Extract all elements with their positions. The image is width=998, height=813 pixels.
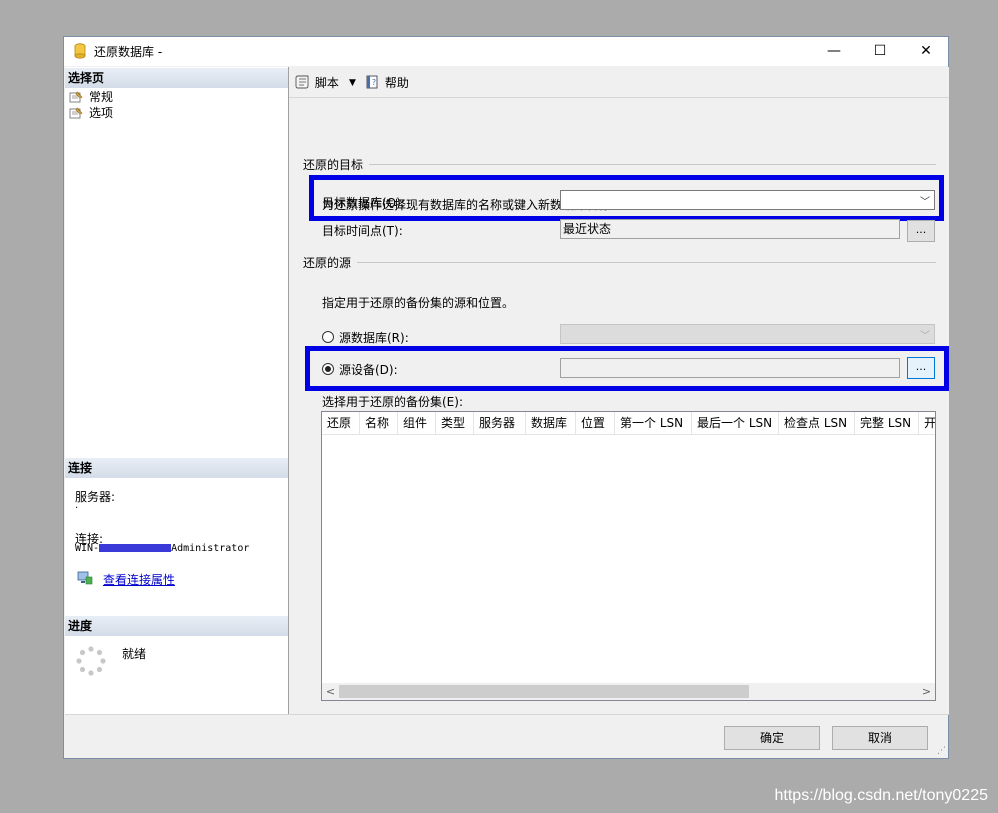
horizontal-scrollbar[interactable]: < > xyxy=(322,683,935,700)
redacted-hostname xyxy=(99,544,172,552)
connection-properties-icon xyxy=(77,571,93,585)
column-header-name[interactable]: 名称 xyxy=(360,412,398,434)
column-header-database[interactable]: 数据库 xyxy=(526,412,576,434)
cancel-button[interactable]: 取消 xyxy=(832,726,928,750)
backup-sets-grid-header: 还原 名称 组件 类型 服务器 数据库 位置 第一个 LSN 最后一个 LSN … xyxy=(322,412,935,435)
server-label: 服务器: xyxy=(75,490,116,504)
page-settings-icon xyxy=(69,107,83,119)
progress-header: 进度 xyxy=(65,616,288,636)
window-title: 还原数据库 - xyxy=(94,45,163,59)
svg-text:?: ? xyxy=(372,78,376,87)
script-dropdown-arrow-icon[interactable]: ▼ xyxy=(349,74,356,92)
help-label: 帮助 xyxy=(384,76,409,90)
connection-value-suffix: Administrator xyxy=(171,543,250,554)
column-header-restore[interactable]: 还原 xyxy=(322,412,360,434)
backup-sets-grid[interactable]: 还原 名称 组件 类型 服务器 数据库 位置 第一个 LSN 最后一个 LSN … xyxy=(321,411,936,701)
scrollbar-thumb[interactable] xyxy=(339,685,749,698)
page-settings-icon xyxy=(69,91,83,103)
help-icon: ? xyxy=(366,75,378,89)
minimize-button[interactable]: — xyxy=(816,41,852,61)
script-icon xyxy=(295,75,309,89)
progress-status: 就绪 xyxy=(122,647,147,661)
connection-header: 连接 xyxy=(65,458,288,478)
highlight-source-device xyxy=(305,346,949,391)
script-button[interactable]: 脚本 xyxy=(295,74,339,92)
progress-spinner-icon xyxy=(76,646,106,676)
source-group-divider xyxy=(356,262,936,263)
title-bar: 还原数据库 - — ☐ ✕ xyxy=(64,37,948,66)
column-header-last-lsn[interactable]: 最后一个 LSN xyxy=(692,412,779,434)
maximize-button[interactable]: ☐ xyxy=(862,41,898,61)
column-header-start[interactable]: 开 xyxy=(919,412,935,434)
target-time-browse-button[interactable]: ... xyxy=(907,220,935,242)
page-item-label: 常规 xyxy=(89,90,114,104)
server-value: . xyxy=(75,500,79,511)
column-header-component[interactable]: 组件 xyxy=(398,412,436,434)
column-header-first-lsn[interactable]: 第一个 LSN xyxy=(615,412,692,434)
connection-value: WIN- Administrator xyxy=(75,543,249,554)
page-item-options[interactable]: 选项 xyxy=(69,105,113,121)
connection-value-prefix: WIN- xyxy=(75,543,100,554)
restore-source-group-title: 还原的源 xyxy=(303,254,358,271)
left-pane: 选择页 常规 选项 连接 服务器: . 连接: WIN- Administrato… xyxy=(65,67,289,714)
target-time-field: 最近状态 xyxy=(560,219,900,239)
target-time-label: 目标时间点(T): xyxy=(322,224,403,238)
restore-source-instruction: 指定用于还原的备份集的源和位置。 xyxy=(322,296,515,310)
column-header-position[interactable]: 位置 xyxy=(576,412,615,434)
ok-button[interactable]: 确定 xyxy=(724,726,820,750)
script-label: 脚本 xyxy=(314,76,339,90)
target-group-divider xyxy=(349,164,936,165)
backup-sets-label: 选择用于还原的备份集(E): xyxy=(322,395,463,409)
column-header-server[interactable]: 服务器 xyxy=(474,412,526,434)
restore-database-dialog: 还原数据库 - — ☐ ✕ 选择页 常规 选项 连接 服务器: . 连接: WI… xyxy=(63,36,949,759)
chevron-down-icon: ﹀ xyxy=(920,331,930,342)
help-button[interactable]: ? 帮助 xyxy=(365,74,409,92)
column-header-type[interactable]: 类型 xyxy=(436,412,474,434)
select-page-header: 选择页 xyxy=(65,68,288,88)
database-icon xyxy=(74,43,86,59)
column-header-checkpoint-lsn[interactable]: 检查点 LSN xyxy=(779,412,855,434)
source-database-combobox: ﹀ xyxy=(560,324,935,344)
resize-grip-icon[interactable]: ⋰ xyxy=(937,746,946,756)
page-item-general[interactable]: 常规 xyxy=(69,89,113,105)
watermark: https://blog.csdn.net/tony0225 xyxy=(774,787,988,804)
close-button[interactable]: ✕ xyxy=(908,41,944,61)
column-header-full-lsn[interactable]: 完整 LSN xyxy=(855,412,919,434)
highlight-target-database xyxy=(309,175,944,221)
view-connection-properties-link[interactable]: 查看连接属性 xyxy=(103,571,175,588)
scroll-left-icon[interactable]: < xyxy=(322,683,339,700)
restore-target-group-title: 还原的目标 xyxy=(303,156,370,173)
toolbar: 脚本 ▼ ? 帮助 xyxy=(289,67,949,98)
page-item-label: 选项 xyxy=(89,106,114,120)
source-database-radio[interactable] xyxy=(322,331,334,343)
scroll-right-icon[interactable]: > xyxy=(918,683,935,700)
source-database-label: 源数据库(R): xyxy=(339,331,409,345)
footer-divider xyxy=(65,714,949,715)
